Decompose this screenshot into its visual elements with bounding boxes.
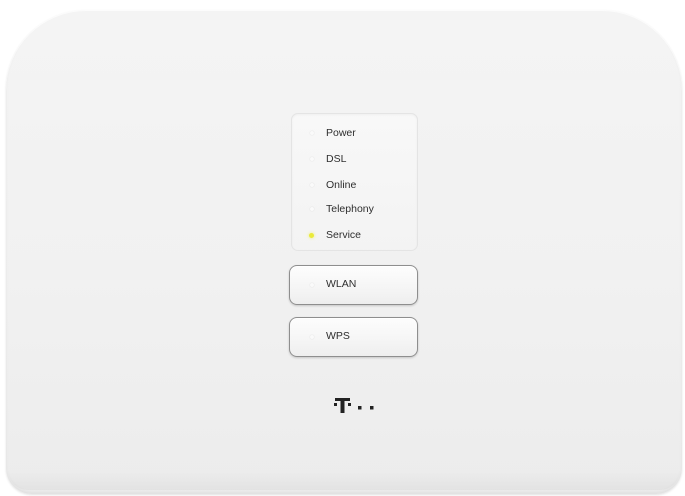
device-photo: Power DSL Online Telephony Service WLAN …: [0, 0, 685, 496]
led-row-online: Online: [292, 176, 417, 194]
led-row-power: Power: [292, 124, 417, 142]
wlan-button-label: WLAN: [326, 278, 357, 290]
led-label-service: Service: [326, 229, 362, 241]
wlan-button[interactable]: WLAN: [289, 265, 418, 305]
telekom-t-logo-icon: [334, 398, 374, 413]
led-row-telephony: Telephony: [292, 200, 417, 218]
telephony-led-icon: [310, 207, 314, 211]
wps-button-label: WPS: [326, 330, 350, 342]
led-label-dsl: DSL: [326, 153, 347, 165]
led-label-telephony: Telephony: [326, 203, 374, 215]
logo-t-stem: [340, 398, 345, 413]
led-label-power: Power: [326, 127, 356, 139]
logo-digit-right: [348, 403, 351, 406]
dsl-led-icon: [310, 157, 314, 161]
logo-dot-2: [370, 406, 374, 410]
led-label-online: Online: [326, 179, 357, 191]
logo-dot-1: [358, 406, 362, 410]
router-body: [6, 10, 682, 494]
service-led-icon: [309, 232, 314, 238]
status-led-panel: Power DSL Online Telephony Service: [291, 113, 418, 251]
led-row-service: Service: [292, 226, 417, 244]
wps-led-icon: [310, 335, 314, 339]
logo-digit-left: [334, 403, 337, 406]
online-led-icon: [310, 183, 314, 187]
led-row-dsl: DSL: [292, 150, 417, 168]
wlan-led-icon: [310, 283, 314, 287]
power-led-icon: [310, 131, 314, 135]
wps-button[interactable]: WPS: [289, 317, 418, 357]
